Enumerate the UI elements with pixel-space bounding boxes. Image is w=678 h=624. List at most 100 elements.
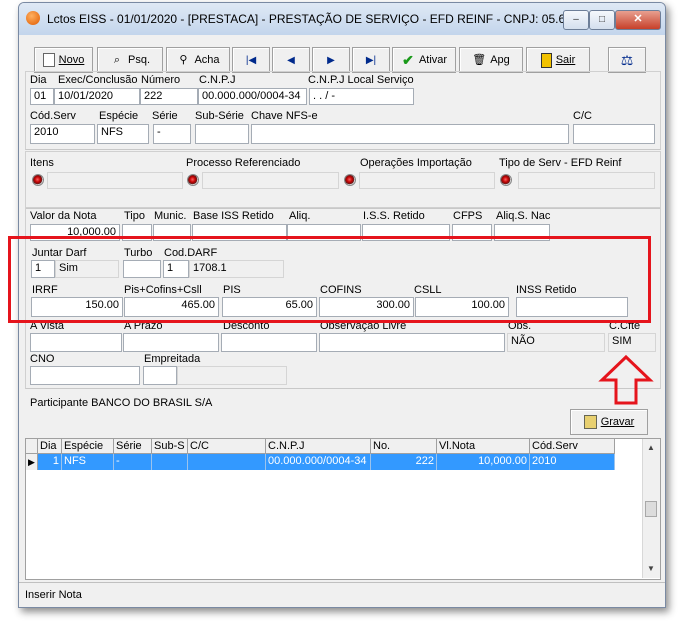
processo-indicator-icon[interactable] (187, 174, 199, 186)
cno-label: CNO (30, 353, 55, 365)
notes-grid[interactable]: Dia Espécie Série Sub-S C/C C.N.P.J No. … (25, 438, 661, 580)
grid-header-cnpj[interactable]: C.N.P.J (266, 439, 371, 454)
grid-header-cc[interactable]: C/C (188, 439, 266, 454)
balance-button[interactable]: ⚖ (608, 47, 646, 73)
close-button[interactable]: ✕ (615, 10, 661, 30)
sair-label: Sair (555, 54, 576, 66)
novo-label: Novo (58, 54, 85, 66)
cell-dia: 1 (38, 454, 62, 470)
ativar-button[interactable]: ✔ Ativar (392, 47, 456, 73)
obs-livre-input[interactable] (319, 333, 505, 352)
prev-record-button[interactable]: ◀ (272, 47, 310, 73)
last-icon: ▶| (365, 54, 377, 66)
cell-sub-s (152, 454, 188, 470)
apg-button[interactable]: 🗑 Apg (459, 47, 523, 73)
valor-nota-label: Valor da Nota (30, 210, 97, 222)
highlight-arrow-icon (598, 354, 654, 405)
serie-label: Série (152, 110, 178, 122)
cc-label: C/C (573, 110, 592, 122)
last-record-button[interactable]: ▶| (352, 47, 390, 73)
gravar-button[interactable]: Gravar (570, 409, 648, 435)
app-icon (26, 11, 40, 25)
grid-header-especie[interactable]: Espécie (62, 439, 114, 454)
tipo-label: Tipo (124, 210, 145, 222)
numero-input[interactable]: 222 (140, 88, 198, 105)
desconto-input[interactable] (221, 333, 317, 352)
cod-serv-label: Cód.Serv (30, 110, 76, 122)
participante-label: Participante BANCO DO BRASIL S/A (30, 397, 213, 409)
empreitada-desc (177, 366, 287, 385)
maximize-button[interactable]: □ (589, 10, 615, 30)
acha-button[interactable]: ⚲ Acha (166, 47, 230, 73)
next-icon: ▶ (327, 54, 335, 66)
ativar-label: Ativar (418, 54, 448, 66)
especie-input[interactable]: NFS (97, 124, 149, 144)
exit-door-icon (540, 52, 552, 68)
serie-input[interactable]: - (153, 124, 191, 144)
numero-label: Número (141, 74, 181, 86)
sair-button[interactable]: Sair (526, 47, 590, 73)
cc-input[interactable] (573, 124, 655, 144)
next-record-button[interactable]: ▶ (312, 47, 350, 73)
grid-scrollbar[interactable]: ▲ ▼ (642, 439, 660, 578)
empreitada-label: Empreitada (144, 353, 201, 365)
cell-cnpj: 00.000.000/0004-34 (266, 454, 371, 470)
obs-field: NÃO (507, 333, 605, 352)
cno-input[interactable] (30, 366, 140, 385)
itens-field (47, 172, 183, 189)
dia-input[interactable]: 01 (30, 88, 54, 105)
tipo-serv-indicator-icon[interactable] (500, 174, 512, 186)
table-row[interactable]: ▶ 1 NFS - 00.000.000/0004-34 222 10,000.… (26, 454, 615, 470)
cnpj-label: C.N.P.J (199, 74, 236, 86)
cnpj-local-input[interactable]: . . / - (309, 88, 414, 105)
row-indicator-icon: ▶ (26, 454, 38, 470)
grid-header-sub-s[interactable]: Sub-S (152, 439, 188, 454)
find-icon: ⚲ (179, 54, 188, 66)
dia-label: Dia (30, 74, 47, 86)
cell-cc (188, 454, 266, 470)
minimize-button[interactable]: – (563, 10, 589, 30)
window-title: Lctos EISS - 01/01/2020 - [PRESTACA] - P… (47, 12, 589, 26)
scroll-down-icon[interactable]: ▼ (647, 564, 655, 573)
scroll-up-icon[interactable]: ▲ (647, 443, 655, 452)
exec-input[interactable]: 10/01/2020 (54, 88, 140, 105)
itens-indicator-icon[interactable] (32, 174, 44, 186)
cell-cod-serv: 2010 (530, 454, 615, 470)
exec-label: Exec/Conclusão (58, 74, 138, 86)
grid-header-dia[interactable]: Dia (38, 439, 62, 454)
grid-header-vl-nota[interactable]: Vl.Nota (437, 439, 530, 454)
novo-button[interactable]: Novo (34, 47, 93, 73)
cell-serie: - (114, 454, 152, 470)
sub-serie-input[interactable] (195, 124, 249, 144)
gravar-label: Gravar (600, 416, 635, 428)
operacoes-label: Operações Importação (360, 157, 472, 169)
cnpj-input[interactable]: 00.000.000/0004-34 (198, 88, 307, 105)
grid-header-no[interactable]: No. (371, 439, 437, 454)
a-prazo-input[interactable] (123, 333, 219, 352)
empreitada-input[interactable] (143, 366, 177, 385)
first-icon: |◀ (245, 54, 257, 66)
cfps-label: CFPS (453, 210, 483, 222)
chave-input[interactable] (251, 124, 569, 144)
a-vista-input[interactable] (30, 333, 122, 352)
especie-label: Espécie (99, 110, 139, 122)
c-cfte-field: SIM (608, 333, 656, 352)
chave-label: Chave NFS-e (251, 110, 318, 122)
status-bar: Inserir Nota (19, 582, 665, 607)
grid-header-cod-serv[interactable]: Cód.Serv (530, 439, 615, 454)
grid-header-serie[interactable]: Série (114, 439, 152, 454)
first-record-button[interactable]: |◀ (232, 47, 270, 73)
apg-label: Apg (490, 54, 510, 66)
psq-button[interactable]: ⌕ Psq. (97, 47, 163, 73)
cod-serv-input[interactable]: 2010 (30, 124, 95, 144)
cell-vl-nota: 10,000.00 (437, 454, 530, 470)
trash-icon: 🗑 (472, 54, 487, 66)
itens-label: Itens (30, 157, 54, 169)
sub-serie-label: Sub-Série (195, 110, 244, 122)
base-iss-label: Base ISS Retido (193, 210, 274, 222)
prev-icon: ◀ (287, 54, 295, 66)
psq-label: Psq. (127, 54, 150, 66)
operacoes-field (359, 172, 495, 189)
operacoes-indicator-icon[interactable] (344, 174, 356, 186)
scroll-thumb[interactable] (645, 501, 657, 517)
